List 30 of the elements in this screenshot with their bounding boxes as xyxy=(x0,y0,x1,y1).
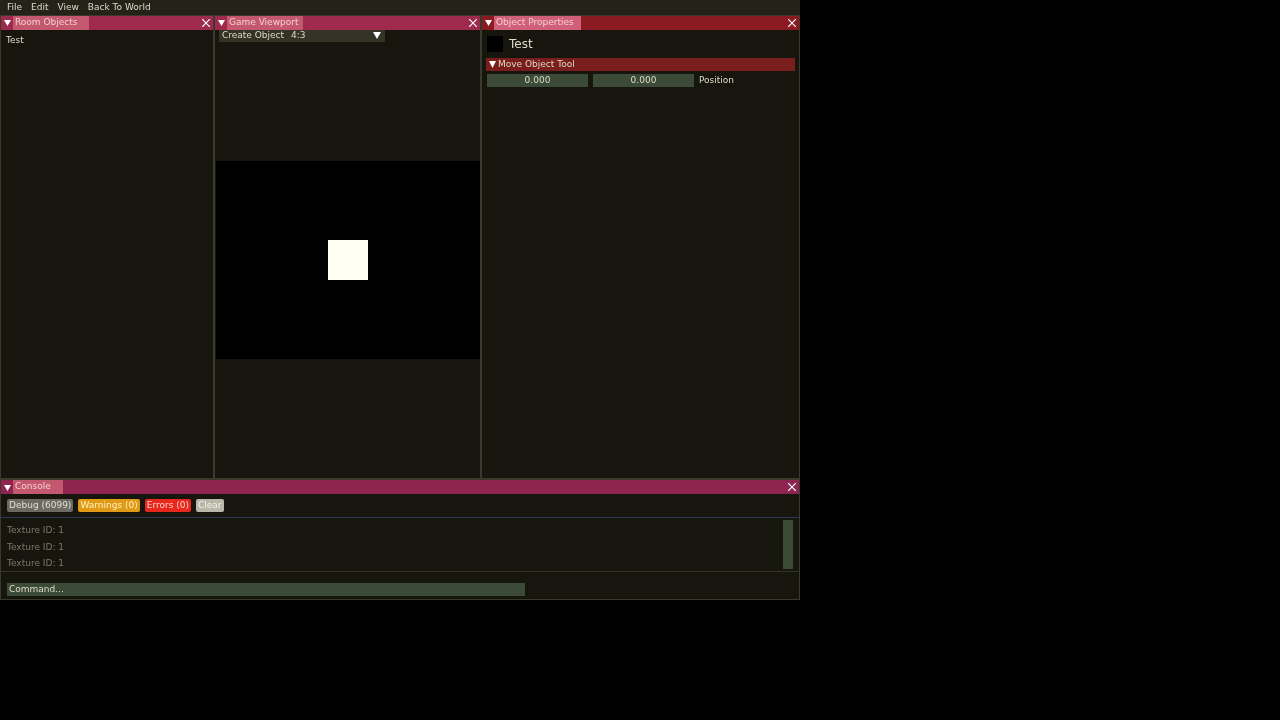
dropdown-caret-icon[interactable] xyxy=(373,32,381,40)
section-header[interactable]: Move Object Tool xyxy=(486,57,795,71)
menu-item[interactable]: View xyxy=(54,0,82,15)
number-field[interactable]: 0.000 xyxy=(593,74,694,88)
debug-filter-button[interactable]: Debug (6099) xyxy=(7,499,74,512)
list-item[interactable]: Test xyxy=(6,33,208,48)
game-object-sprite xyxy=(327,239,368,280)
section-title: Move Object Tool xyxy=(498,57,575,71)
collapse-icon[interactable] xyxy=(484,19,492,27)
object-name: Test xyxy=(509,35,533,53)
collapse-icon[interactable] xyxy=(217,19,225,27)
log-line: Texture ID: 1 xyxy=(7,540,65,554)
close-icon[interactable] xyxy=(788,18,796,27)
close-icon[interactable] xyxy=(469,18,477,27)
collapse-icon[interactable] xyxy=(3,19,11,27)
close-icon[interactable] xyxy=(202,18,210,27)
menu-item[interactable]: File xyxy=(4,0,26,15)
number-field[interactable]: 0.000 xyxy=(487,74,588,88)
log-line: Texture ID: 1 xyxy=(7,524,65,537)
create-object-label: Create Object xyxy=(221,29,286,43)
command-field[interactable]: Command... xyxy=(7,583,525,597)
close-icon[interactable] xyxy=(788,483,796,491)
aspect-dropdown[interactable]: 4:3 xyxy=(287,29,369,43)
collapse-icon xyxy=(488,60,496,68)
collapse-icon[interactable] xyxy=(3,483,11,491)
field-label: Position xyxy=(699,73,735,87)
log-line: Texture ID: 1 xyxy=(7,557,65,570)
menu-item[interactable]: Edit xyxy=(28,0,52,15)
menu-item[interactable]: Back To World xyxy=(84,0,154,15)
scrollbar[interactable] xyxy=(783,520,793,569)
